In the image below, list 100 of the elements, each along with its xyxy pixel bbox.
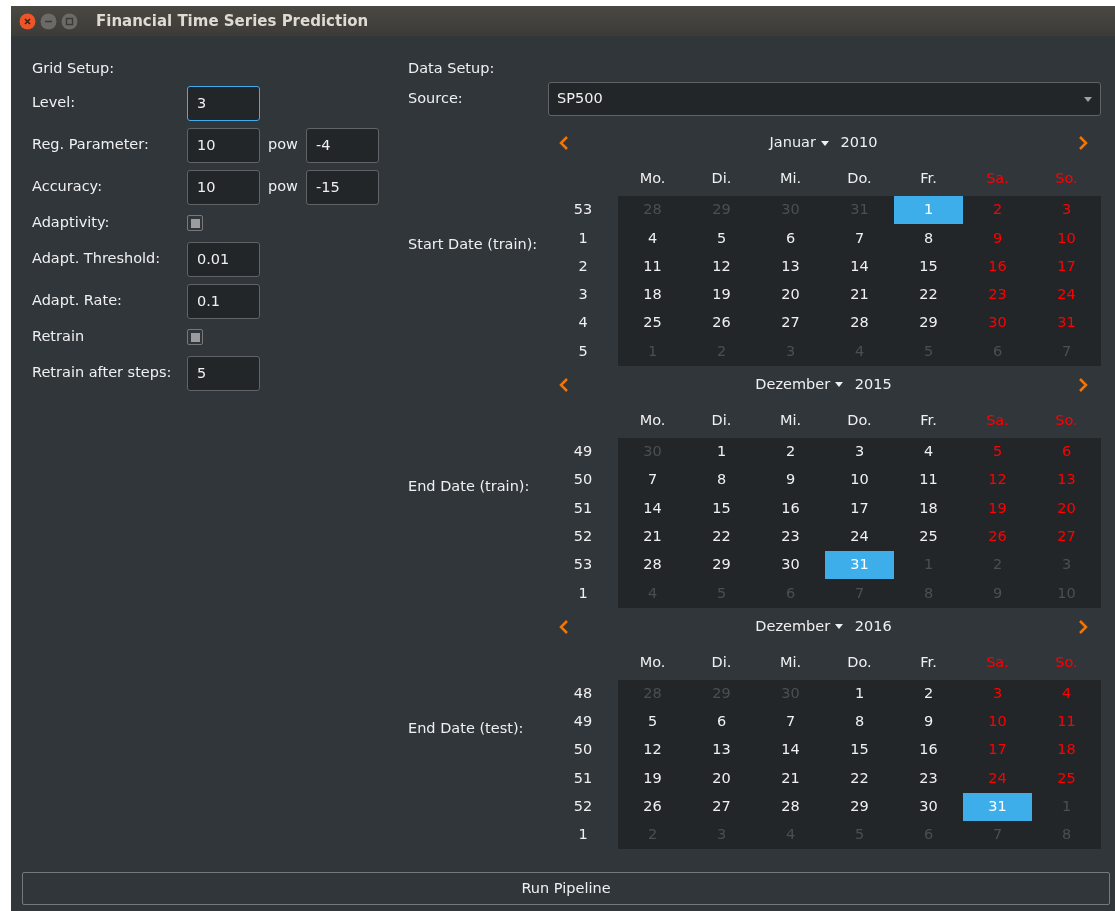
- calendar-day[interactable]: 12: [687, 252, 756, 281]
- calendar-day[interactable]: 5: [687, 224, 756, 253]
- calendar-day[interactable]: 23: [756, 522, 825, 551]
- input-field[interactable]: 0.01: [187, 241, 260, 277]
- calendar-day[interactable]: 6: [756, 224, 825, 253]
- source-dropdown[interactable]: SP500: [548, 82, 1101, 116]
- calendar-day[interactable]: 13: [687, 736, 756, 765]
- calendar-day[interactable]: 9: [963, 224, 1032, 253]
- calendar-day[interactable]: 20: [687, 764, 756, 793]
- calendar-day[interactable]: 23: [963, 280, 1032, 310]
- calendar-day[interactable]: 5: [618, 707, 687, 737]
- calendar-day[interactable]: 31: [1032, 309, 1101, 338]
- calendar-day[interactable]: 10: [1032, 224, 1101, 253]
- input-field[interactable]: 3: [187, 85, 260, 121]
- calendar-day[interactable]: 30: [963, 309, 1032, 338]
- calendar-day[interactable]: 9: [894, 707, 963, 737]
- calendar-day[interactable]: 4: [618, 224, 687, 253]
- run-pipeline-button[interactable]: Run Pipeline: [22, 872, 1110, 905]
- calendar-day[interactable]: 6: [687, 707, 756, 737]
- calendar-day[interactable]: 21: [618, 522, 687, 551]
- calendar-day[interactable]: 27: [756, 309, 825, 338]
- calendar-day[interactable]: 28: [756, 792, 825, 822]
- calendar-day[interactable]: 8: [894, 224, 963, 253]
- calendar-day[interactable]: 3: [825, 437, 894, 467]
- calendar-day[interactable]: 10: [963, 707, 1032, 737]
- month-dropdown[interactable]: Dezember: [755, 373, 843, 396]
- calendar-day[interactable]: 23: [894, 764, 963, 793]
- next-month-icon[interactable]: [1078, 135, 1089, 151]
- previous-month-icon[interactable]: [558, 376, 569, 393]
- checkbox[interactable]: [187, 215, 203, 231]
- previous-month-icon[interactable]: [558, 135, 569, 151]
- calendar-day[interactable]: 19: [963, 494, 1032, 523]
- calendar-day[interactable]: 20: [756, 280, 825, 310]
- calendar-day[interactable]: 28: [825, 309, 894, 338]
- calendar-day[interactable]: 26: [618, 792, 687, 822]
- calendar-day[interactable]: 15: [687, 494, 756, 523]
- calendar-day[interactable]: 25: [618, 309, 687, 338]
- calendar-day[interactable]: 7: [618, 466, 687, 495]
- month-dropdown[interactable]: Januar: [769, 132, 829, 154]
- calendar-day[interactable]: 1: [687, 437, 756, 467]
- calendar-day[interactable]: 3: [963, 679, 1032, 708]
- calendar-day[interactable]: 26: [963, 522, 1032, 551]
- calendar-day[interactable]: 14: [825, 252, 894, 281]
- calendar-day[interactable]: 13: [1032, 466, 1101, 495]
- calendar-day[interactable]: 18: [618, 280, 687, 310]
- calendar-day[interactable]: 2: [963, 196, 1032, 225]
- checkbox[interactable]: [187, 329, 203, 345]
- calendar-day[interactable]: 24: [825, 522, 894, 551]
- calendar-day[interactable]: 6: [1032, 437, 1101, 467]
- year-label[interactable]: 2010: [840, 132, 878, 154]
- calendar-day[interactable]: 21: [825, 280, 894, 310]
- calendar-day[interactable]: 13: [756, 252, 825, 281]
- calendar-day[interactable]: 22: [825, 764, 894, 793]
- calendar-day[interactable]: 29: [894, 309, 963, 338]
- calendar-day[interactable]: 16: [894, 736, 963, 765]
- calendar-day[interactable]: 2: [894, 679, 963, 708]
- calendar-day[interactable]: 12: [963, 466, 1032, 495]
- calendar-day[interactable]: 11: [894, 466, 963, 495]
- calendar-day[interactable]: 25: [1032, 764, 1101, 793]
- calendar-day[interactable]: 21: [756, 764, 825, 793]
- input-field[interactable]: 5: [187, 355, 260, 391]
- calendar-day[interactable]: 17: [963, 736, 1032, 765]
- month-dropdown[interactable]: Dezember: [755, 615, 843, 638]
- calendar-day[interactable]: 7: [756, 707, 825, 737]
- calendar-day[interactable]: 11: [618, 252, 687, 281]
- close-icon[interactable]: [19, 12, 36, 30]
- calendar-day[interactable]: 26: [687, 309, 756, 338]
- calendar-day[interactable]: 16: [963, 252, 1032, 281]
- calendar-day[interactable]: 8: [687, 466, 756, 495]
- calendar-day[interactable]: 18: [894, 494, 963, 523]
- input-field[interactable]: 0.1: [187, 283, 260, 319]
- calendar-day[interactable]: 11: [1032, 707, 1101, 737]
- next-month-icon[interactable]: [1078, 618, 1089, 635]
- calendar-day[interactable]: 14: [618, 494, 687, 523]
- calendar-day[interactable]: 29: [687, 550, 756, 580]
- calendar-day[interactable]: 12: [618, 736, 687, 765]
- next-month-icon[interactable]: [1078, 376, 1089, 393]
- calendar-day[interactable]: 24: [963, 764, 1032, 793]
- year-label[interactable]: 2015: [854, 373, 892, 396]
- calendar-day[interactable]: 22: [894, 280, 963, 310]
- calendar-day[interactable]: 15: [825, 736, 894, 765]
- calendar-day[interactable]: 25: [894, 522, 963, 551]
- calendar-day[interactable]: 17: [1032, 252, 1101, 281]
- calendar-day[interactable]: 7: [825, 224, 894, 253]
- calendar-day[interactable]: 27: [1032, 522, 1101, 551]
- calendar-day[interactable]: 4: [1032, 679, 1101, 708]
- calendar-day[interactable]: 4: [894, 437, 963, 467]
- calendar-day[interactable]: 10: [825, 466, 894, 495]
- calendar-day[interactable]: 17: [825, 494, 894, 523]
- calendar-day[interactable]: 2: [756, 437, 825, 467]
- calendar-day[interactable]: 9: [756, 466, 825, 495]
- input-field[interactable]: 10: [187, 169, 260, 205]
- calendar-day[interactable]: 22: [687, 522, 756, 551]
- calendar-day[interactable]: 14: [756, 736, 825, 765]
- calendar-day[interactable]: 24: [1032, 280, 1101, 310]
- input-field[interactable]: 10: [187, 127, 260, 163]
- calendar-day[interactable]: 5: [963, 437, 1032, 467]
- calendar-day[interactable]: 8: [825, 707, 894, 737]
- calendar-day[interactable]: 18: [1032, 736, 1101, 765]
- calendar-day[interactable]: 19: [618, 764, 687, 793]
